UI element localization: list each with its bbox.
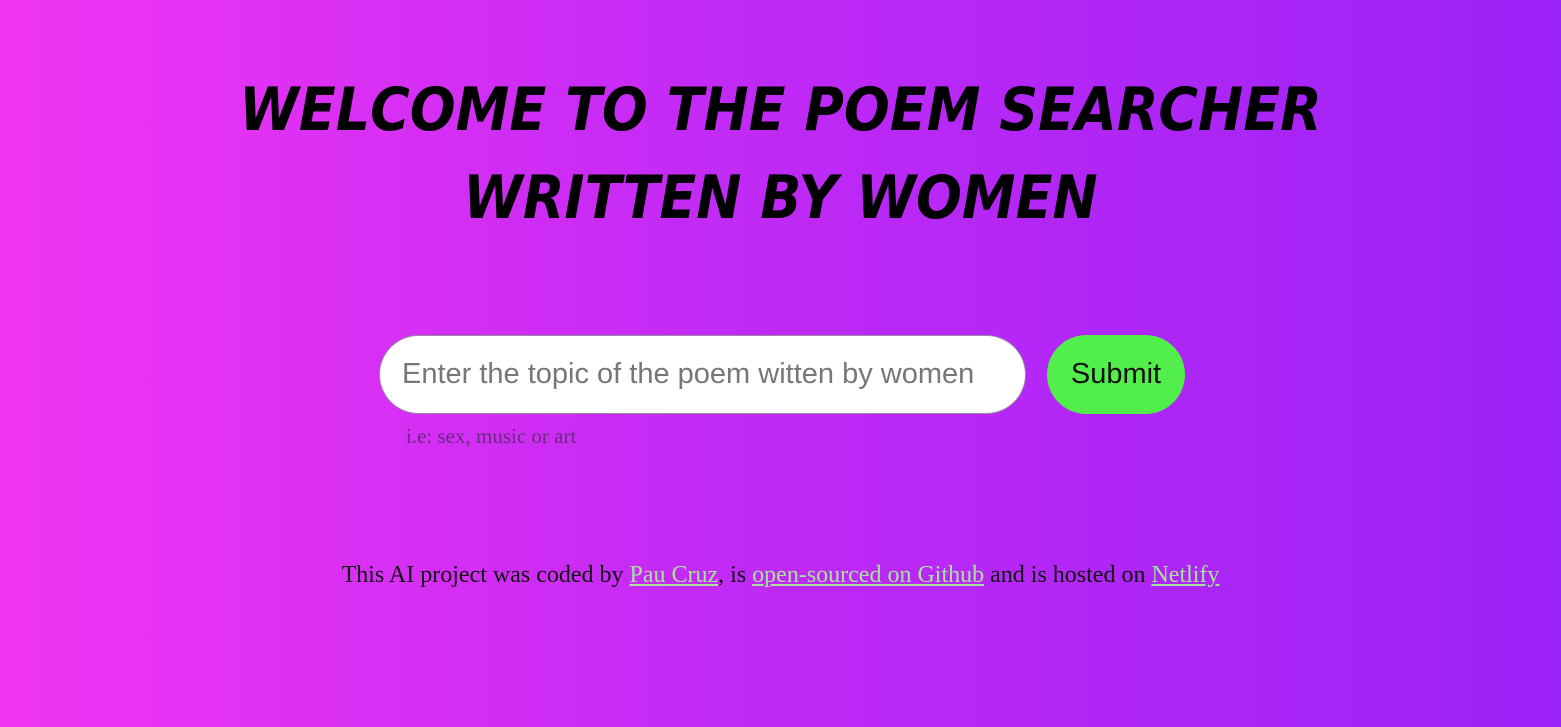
- page-title: WELCOME TO THE POEM SEARCHER WRITTEN BY …: [78, 66, 1483, 242]
- footer-text-before: This AI project was coded by: [341, 562, 630, 588]
- github-link[interactable]: open-sourced on Github: [752, 562, 984, 588]
- search-input[interactable]: [379, 335, 1026, 414]
- page-title-line-2: WRITTEN BY WOMEN: [463, 163, 1098, 233]
- page-title-line-1: WELCOME TO THE POEM SEARCHER: [239, 75, 1322, 145]
- author-link[interactable]: Pau Cruz: [630, 562, 719, 588]
- footer-text-after: and is hosted on: [984, 562, 1152, 588]
- footer-text-middle: , is: [718, 562, 753, 588]
- search-hint: i.e: sex, music or art: [406, 424, 577, 448]
- netlify-link[interactable]: Netlify: [1151, 562, 1219, 588]
- search-form: Submit: [379, 335, 1185, 414]
- submit-button[interactable]: Submit: [1047, 335, 1185, 414]
- footer: This AI project was coded by Pau Cruz, i…: [0, 562, 1561, 589]
